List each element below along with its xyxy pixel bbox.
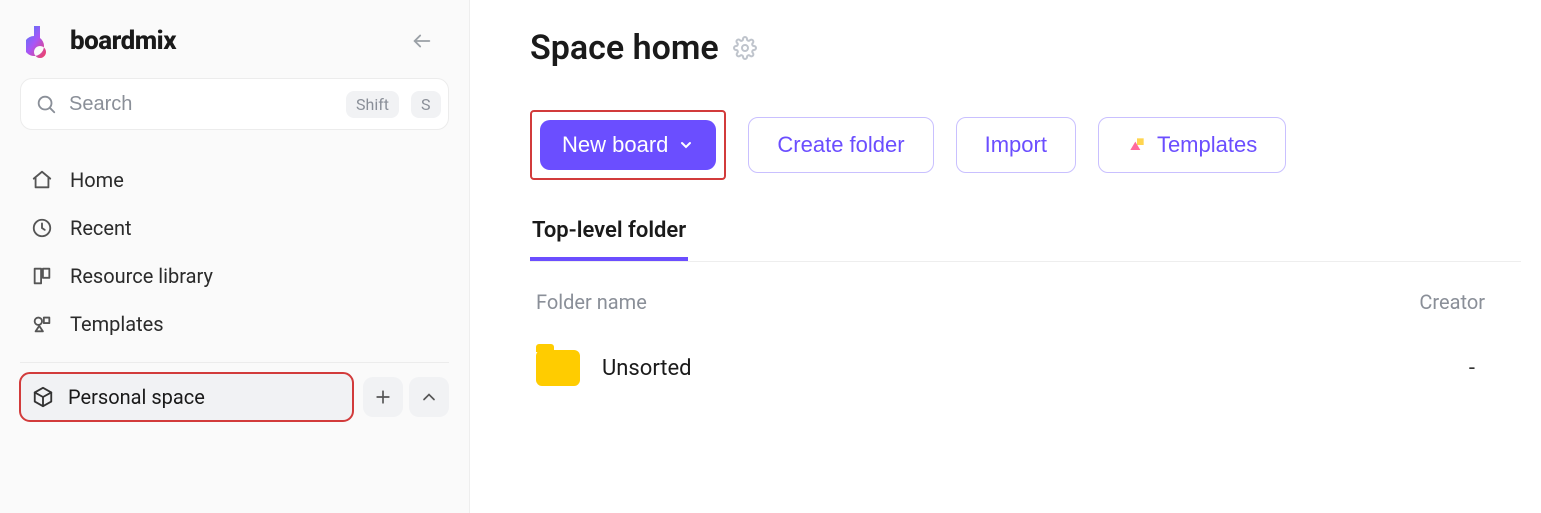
cube-icon [32, 386, 54, 408]
page-title: Space home [530, 28, 719, 68]
personal-space-item[interactable]: Personal space [20, 373, 353, 421]
table-row[interactable]: Unsorted - [530, 350, 1521, 386]
nav-templates[interactable]: Templates [20, 300, 449, 348]
nav-resource-label: Resource library [70, 264, 213, 288]
gear-icon[interactable] [733, 36, 757, 60]
search-icon [35, 93, 57, 115]
templates-button[interactable]: Templates [1098, 117, 1286, 173]
home-icon [30, 169, 54, 191]
tab-top-level-label: Top-level folder [532, 218, 686, 243]
row-creator: - [1469, 356, 1515, 381]
brand-row: boardmix [20, 20, 449, 72]
row-name: Unsorted [602, 356, 692, 381]
main: Space home New board Create folder Impor… [470, 0, 1541, 513]
nav-resource-library[interactable]: Resource library [20, 252, 449, 300]
sidebar-divider [20, 362, 449, 363]
new-board-highlight: New board [530, 110, 726, 180]
page-title-row: Space home [530, 28, 1521, 68]
shortcut-key-shift: Shift [346, 91, 399, 118]
shortcut-key-s: S [411, 91, 441, 118]
nav-recent-label: Recent [70, 216, 132, 240]
tab-top-level-folder[interactable]: Top-level folder [530, 208, 688, 261]
col-folder-name: Folder name [536, 290, 647, 314]
create-folder-label: Create folder [777, 132, 904, 158]
new-board-button[interactable]: New board [540, 120, 716, 170]
nav-templates-label: Templates [70, 312, 164, 336]
brand-logo-icon [26, 24, 60, 58]
templates-color-icon [1127, 135, 1147, 155]
nav: Home Recent Resource library Templates [20, 156, 449, 348]
clock-icon [30, 217, 54, 239]
col-creator: Creator [1419, 290, 1515, 314]
brand[interactable]: boardmix [26, 24, 176, 58]
add-space-button[interactable] [363, 377, 403, 417]
nav-recent[interactable]: Recent [20, 204, 449, 252]
search-input[interactable] [69, 93, 334, 116]
space-row: Personal space [20, 373, 449, 421]
chevron-down-icon [678, 137, 694, 153]
table-head: Folder name Creator [530, 290, 1521, 314]
brand-name: boardmix [70, 26, 176, 56]
search-input-container[interactable]: Shift S [20, 78, 449, 130]
import-button[interactable]: Import [956, 117, 1076, 173]
templates-icon [30, 313, 54, 335]
personal-space-label: Personal space [68, 385, 205, 409]
library-icon [30, 265, 54, 287]
create-folder-button[interactable]: Create folder [748, 117, 933, 173]
action-row: New board Create folder Import Templates [530, 110, 1521, 180]
collapse-sidebar-icon[interactable] [405, 24, 439, 58]
folder-icon [536, 350, 580, 386]
import-label: Import [985, 132, 1047, 158]
space-actions [363, 377, 449, 417]
nav-home-label: Home [70, 168, 124, 192]
templates-button-label: Templates [1157, 132, 1257, 158]
nav-home[interactable]: Home [20, 156, 449, 204]
collapse-space-button[interactable] [409, 377, 449, 417]
new-board-label: New board [562, 132, 668, 158]
sidebar: boardmix Shift S Home Recent [0, 0, 470, 513]
tabbar: Top-level folder [530, 208, 1521, 262]
row-left: Unsorted [536, 350, 692, 386]
